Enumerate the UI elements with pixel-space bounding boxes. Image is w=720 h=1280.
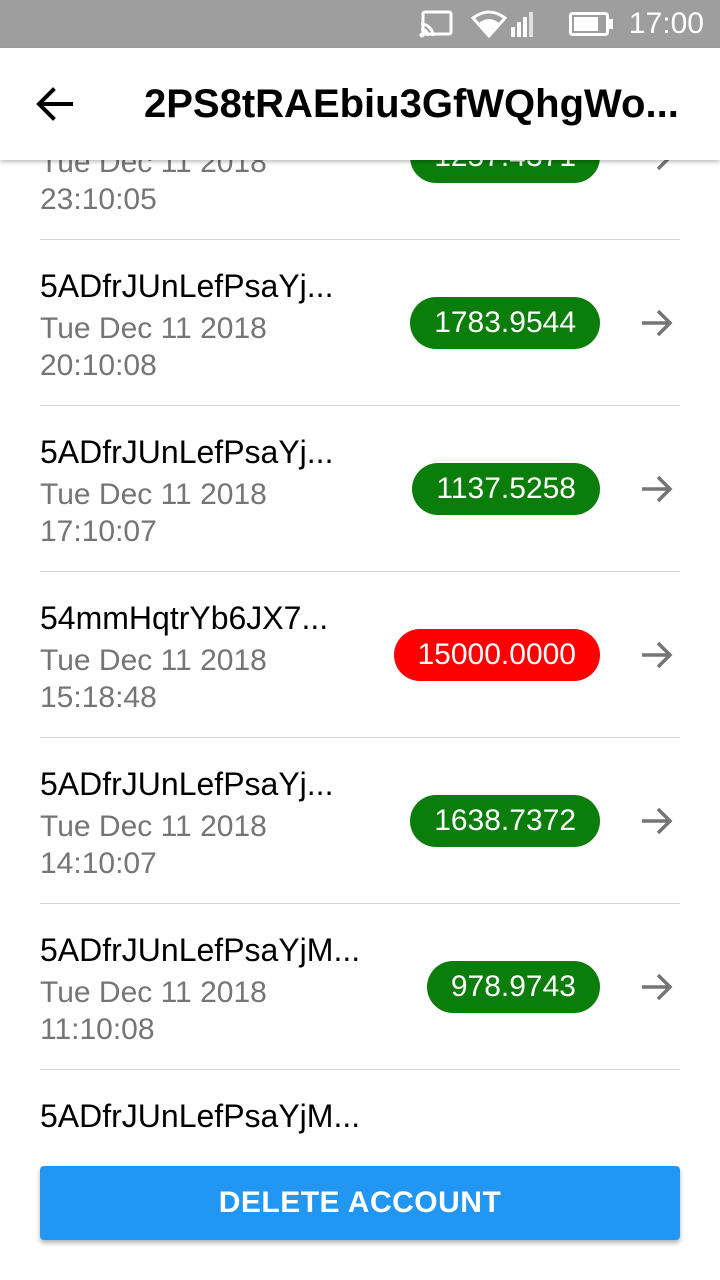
- transaction-time: 15:18:48: [40, 681, 157, 714]
- battery-icon: [568, 12, 613, 36]
- transaction-datetime: Tue Dec 11 2018 17:10:07: [40, 476, 267, 550]
- transaction-address: 5ADfrJUnLefPsaYj...: [40, 268, 334, 304]
- amount-badge: 1137.5258: [412, 463, 600, 515]
- amount-badge: 1638.7372: [410, 795, 600, 847]
- transaction-datetime: Tue Dec 11 2018 23:10:05: [40, 160, 267, 218]
- arrow-right-icon[interactable]: [640, 306, 674, 340]
- amount-badge: 1783.9544: [410, 297, 600, 349]
- back-button[interactable]: [0, 48, 112, 160]
- signal-icon: [510, 11, 533, 37]
- transaction-row[interactable]: 5ADfrJUnLefPsaYj... Tue Dec 11 2018 17:10:…: [40, 406, 680, 572]
- transaction-row[interactable]: 5ADfrJUnLefPsaYj... Tue Dec 11 2018 20:10:…: [40, 240, 680, 406]
- transaction-time: 17:10:07: [40, 515, 157, 548]
- delete-account-button[interactable]: DELETE ACCOUNT: [40, 1166, 680, 1240]
- page-title: 2PS8tRAEbiu3GfWQhgWo...: [144, 81, 679, 126]
- arrow-right-icon[interactable]: [640, 804, 674, 838]
- transaction-datetime: Tue Dec 11 2018 20:10:08: [40, 310, 267, 384]
- transaction-row[interactable]: 54mmHqtrYb6JX7... Tue Dec 11 2018 15:18:48…: [40, 572, 680, 738]
- transaction-date: Tue Dec 11 2018: [40, 478, 267, 511]
- transaction-date: Tue Dec 11 2018: [40, 644, 267, 677]
- wifi-icon: [470, 10, 507, 38]
- transaction-address: 5ADfrJUnLefPsaYj...: [40, 434, 334, 470]
- arrow-right-icon[interactable]: [640, 160, 674, 174]
- amount-badge: 978.9743: [426, 961, 600, 1013]
- transaction-address: 5ADfrJUnLefPsaYjM...: [40, 1098, 361, 1134]
- status-time: 17:00: [628, 7, 704, 40]
- transaction-list[interactable]: Tue Dec 11 2018 23:10:05 1257.4371 5ADfrJUn…: [0, 160, 720, 1280]
- status-bar: 17:00: [0, 0, 720, 48]
- transaction-time: 14:10:07: [40, 847, 157, 880]
- transaction-datetime: Tue Dec 11 2018 15:18:48: [40, 642, 267, 716]
- transaction-time: 23:10:05: [40, 183, 157, 216]
- cast-icon: [419, 10, 453, 38]
- transaction-time: 20:10:08: [40, 349, 157, 382]
- transaction-row[interactable]: Tue Dec 11 2018 23:10:05 1257.4371: [40, 160, 680, 240]
- transaction-time: 11:10:08: [40, 1013, 155, 1046]
- back-arrow-icon: [36, 87, 73, 121]
- arrow-right-icon[interactable]: [640, 472, 674, 506]
- app-bar: 2PS8tRAEbiu3GfWQhgWo...: [0, 48, 720, 160]
- transaction-address: 5ADfrJUnLefPsaYjM...: [40, 932, 361, 968]
- transaction-address: 54mmHqtrYb6JX7...: [40, 600, 329, 636]
- amount-badge: 1257.4371: [410, 160, 600, 183]
- transaction-date: Tue Dec 11 2018: [40, 976, 267, 1009]
- transaction-row[interactable]: 5ADfrJUnLefPsaYj... Tue Dec 11 2018 14:10:…: [40, 738, 680, 904]
- transaction-address: 5ADfrJUnLefPsaYj...: [40, 766, 334, 802]
- transaction-date: Tue Dec 11 2018: [40, 810, 267, 843]
- transaction-date: Tue Dec 11 2018: [40, 160, 267, 179]
- arrow-right-icon[interactable]: [640, 970, 674, 1004]
- transaction-row[interactable]: 5ADfrJUnLefPsaYjM... Tue Dec 11 2018 11:10…: [40, 904, 680, 1070]
- transaction-datetime: Tue Dec 11 2018 14:10:07: [40, 808, 267, 882]
- arrow-right-icon[interactable]: [640, 638, 674, 672]
- transaction-date: Tue Dec 11 2018: [40, 312, 267, 345]
- transaction-datetime: Tue Dec 11 2018 11:10:08: [40, 974, 267, 1048]
- amount-badge: 15000.0000: [393, 629, 600, 681]
